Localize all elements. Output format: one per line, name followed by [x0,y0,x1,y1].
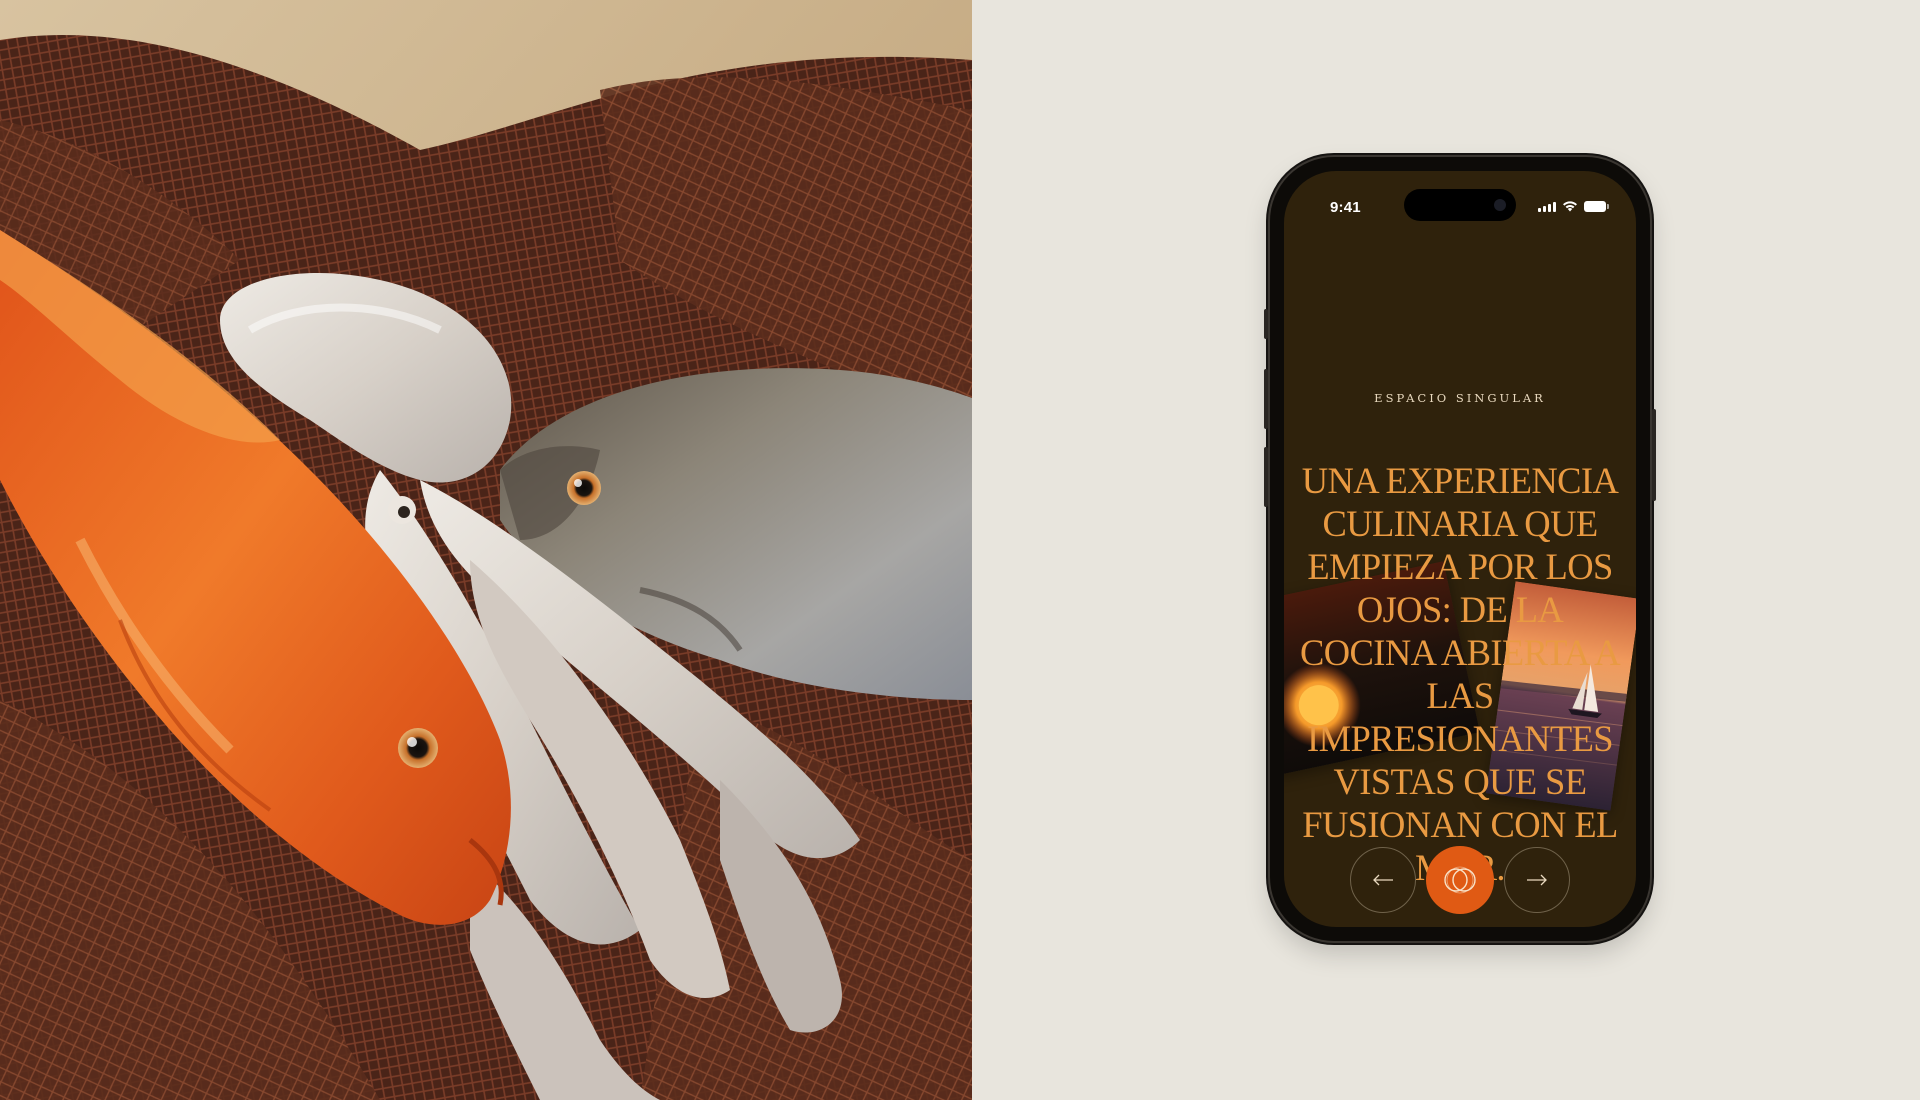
headline: UNA EXPERIENCIA CULINARIA QUE EMPIEZA PO… [1300,460,1621,888]
seafood-photo [0,0,972,1100]
home-button[interactable] [1426,846,1494,914]
wifi-icon [1563,201,1577,212]
phone-mockup: 9:41 ESPACIO SINGULAR UNA EXPERIENCIA CU… [1264,157,1656,941]
previous-button[interactable] [1350,847,1416,913]
next-button[interactable] [1504,847,1570,913]
seafood-illustration [0,0,972,1100]
status-bar: 9:41 [1284,171,1636,227]
battery-icon [1584,200,1609,212]
interlocking-rings-icon [1444,866,1476,894]
action-button [1264,309,1268,339]
cellular-signal-icon [1538,201,1556,212]
volume-down-button [1264,447,1268,507]
phone-screen: 9:41 ESPACIO SINGULAR UNA EXPERIENCIA CU… [1284,171,1636,927]
status-time: 9:41 [1330,199,1361,216]
slide-navigation [1284,846,1636,917]
status-icons [1538,199,1609,213]
arrow-left-icon [1373,874,1393,886]
power-button [1652,409,1656,501]
brand-title: ESPACIO SINGULAR [1374,391,1546,405]
camera-icon [1494,199,1506,211]
volume-up-button [1264,369,1268,429]
dynamic-island [1404,189,1516,221]
arrow-right-icon [1527,874,1547,886]
